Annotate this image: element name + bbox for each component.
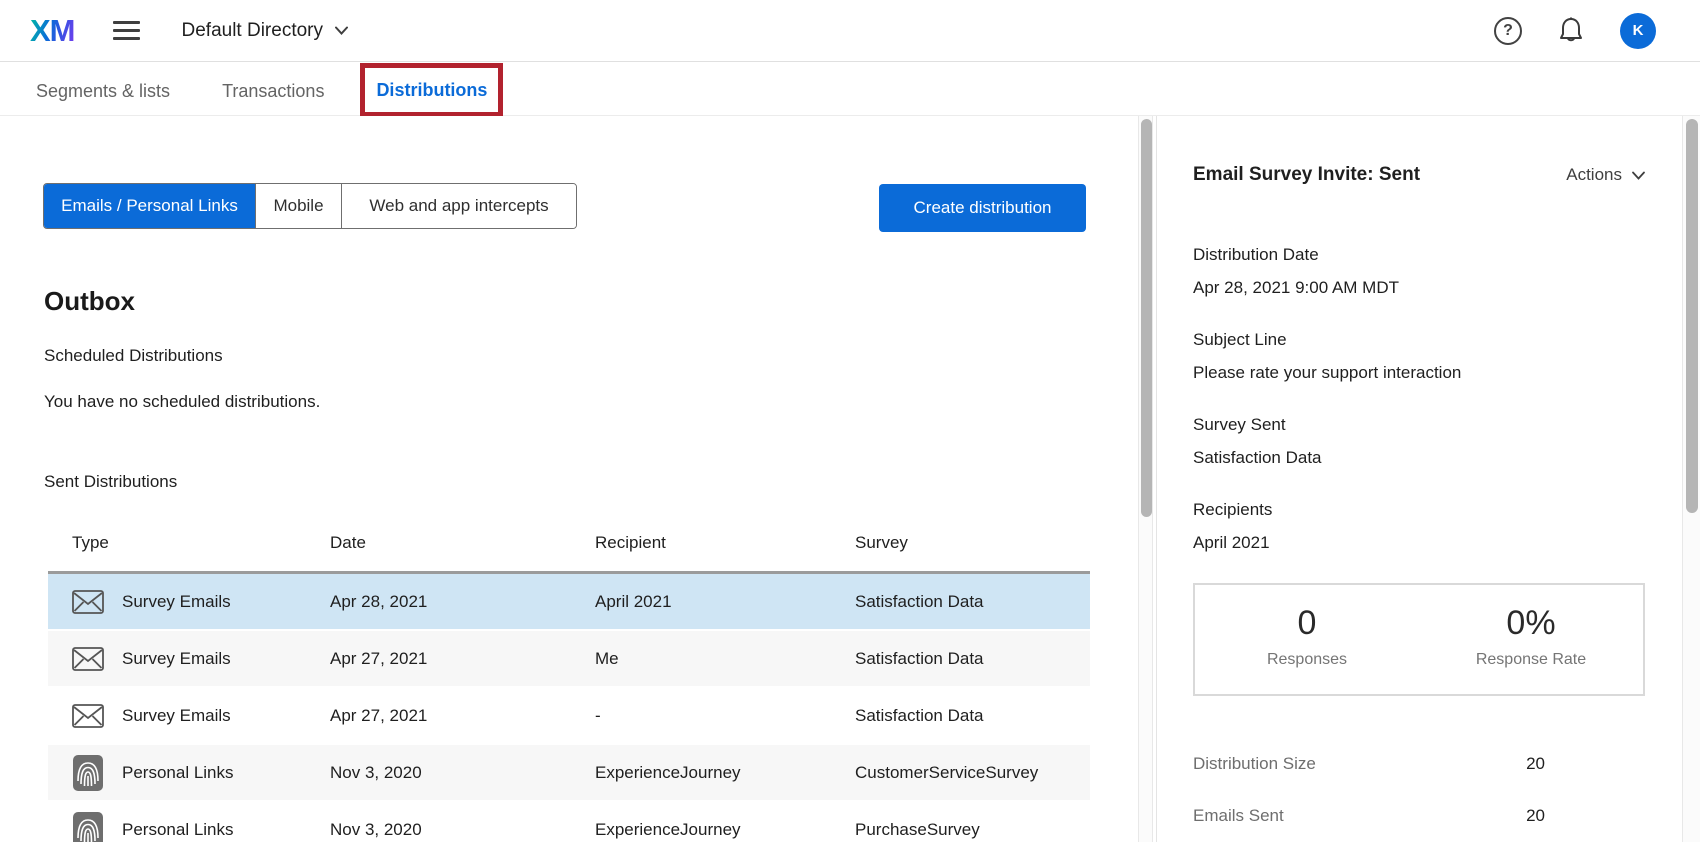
- chevron-down-icon: [1632, 171, 1645, 180]
- stat-cell: 0 Responses: [1195, 603, 1419, 694]
- field-value: Satisfaction Data: [1193, 446, 1645, 470]
- tab-distributions[interactable]: Distributions: [376, 62, 487, 115]
- row-date: Nov 3, 2020: [330, 763, 595, 783]
- main-scrollbar: [1138, 116, 1153, 842]
- qualtrics-directory-app: XM Default Directory ? K Segments & list…: [0, 0, 1700, 842]
- stat-label: Responses: [1195, 651, 1419, 669]
- metric-label: Emails Sent: [1193, 804, 1284, 828]
- directory-label: Default Directory: [182, 20, 324, 42]
- detail-field: Recipients April 2021: [1193, 498, 1645, 555]
- table-header-row: Type Date Recipient Survey: [48, 515, 1090, 571]
- field-value: Apr 28, 2021 9:00 AM MDT: [1193, 276, 1645, 300]
- column-header-type: Type: [48, 533, 330, 553]
- scheduled-distributions-heading: Scheduled Distributions: [44, 346, 223, 366]
- scheduled-empty-message: You have no scheduled distributions.: [44, 392, 320, 412]
- panel-scrollbar: [1682, 116, 1700, 842]
- row-date: Apr 27, 2021: [330, 706, 595, 726]
- field-label: Recipients: [1193, 498, 1645, 522]
- segment-web-and-app-intercepts[interactable]: Web and app intercepts: [341, 184, 576, 228]
- table-row[interactable]: Survey Emails Apr 27, 2021 Me Satisfacti…: [48, 631, 1090, 686]
- detail-field: Distribution Date Apr 28, 2021 9:00 AM M…: [1193, 243, 1645, 300]
- metric-value: 20: [1526, 752, 1545, 776]
- table-row[interactable]: Survey Emails Apr 28, 2021 April 2021 Sa…: [48, 574, 1090, 629]
- directory-dropdown[interactable]: Default Directory: [182, 20, 349, 42]
- distribution-metrics: Distribution Size 20 Emails Sent 20: [1193, 752, 1545, 828]
- hamburger-menu-icon[interactable]: [113, 21, 140, 40]
- tab-transactions[interactable]: Transactions: [222, 62, 324, 115]
- distribution-type-segmented-control: Emails / Personal Links Mobile Web and a…: [43, 183, 577, 229]
- sent-distributions-table: Type Date Recipient Survey Survey Email: [48, 515, 1090, 842]
- tab-segments-and-lists[interactable]: Segments & lists: [36, 62, 170, 115]
- table-row[interactable]: Personal Links Nov 3, 2020 ExperienceJou…: [48, 745, 1090, 800]
- main-content: Emails / Personal Links Mobile Web and a…: [0, 116, 1138, 842]
- row-type: Survey Emails: [122, 706, 231, 726]
- metric-row: Emails Sent 20: [1193, 804, 1545, 828]
- actions-label: Actions: [1566, 165, 1622, 185]
- actions-dropdown[interactable]: Actions: [1566, 165, 1645, 185]
- bell-icon[interactable]: [1558, 17, 1584, 45]
- distribution-detail-panel: Email Survey Invite: Sent Actions Distri…: [1156, 116, 1682, 842]
- stat-value: 0: [1195, 603, 1419, 643]
- row-type: Survey Emails: [122, 649, 231, 669]
- chevron-down-icon: [335, 26, 348, 35]
- top-bar: XM Default Directory ? K: [0, 0, 1700, 62]
- table-row[interactable]: Personal Links Nov 3, 2020 ExperienceJou…: [48, 802, 1090, 842]
- column-header-date: Date: [330, 533, 595, 553]
- column-header-survey: Survey: [855, 533, 1090, 553]
- column-header-recipient: Recipient: [595, 533, 855, 553]
- row-type: Personal Links: [122, 820, 234, 840]
- fingerprint-icon: [72, 755, 104, 791]
- avatar[interactable]: K: [1620, 13, 1656, 49]
- detail-field: Survey Sent Satisfaction Data: [1193, 413, 1645, 470]
- metric-value: 20: [1526, 804, 1545, 828]
- row-recipient: Me: [595, 649, 855, 669]
- response-stats-box: 0 Responses 0% Response Rate: [1193, 583, 1645, 696]
- row-type: Survey Emails: [122, 592, 231, 612]
- row-survey: Satisfaction Data: [855, 649, 1090, 669]
- envelope-icon: [72, 590, 104, 614]
- outbox-title: Outbox: [44, 286, 135, 317]
- field-label: Distribution Date: [1193, 243, 1645, 267]
- field-label: Subject Line: [1193, 328, 1645, 352]
- row-recipient: April 2021: [595, 592, 855, 612]
- tab-bar: Segments & lists Transactions Distributi…: [0, 62, 1700, 116]
- field-value: Please rate your support interaction: [1193, 361, 1645, 385]
- detail-field: Subject Line Please rate your support in…: [1193, 328, 1645, 385]
- row-survey: CustomerServiceSurvey: [855, 763, 1090, 783]
- row-date: Nov 3, 2020: [330, 820, 595, 840]
- segment-emails-personal-links[interactable]: Emails / Personal Links: [44, 184, 255, 228]
- panel-title: Email Survey Invite: Sent: [1193, 162, 1420, 188]
- row-type: Personal Links: [122, 763, 234, 783]
- stat-label: Response Rate: [1419, 651, 1643, 669]
- fingerprint-icon: [72, 812, 104, 842]
- detail-fields: Distribution Date Apr 28, 2021 9:00 AM M…: [1193, 243, 1645, 555]
- metric-row: Distribution Size 20: [1193, 752, 1545, 776]
- table-body: Survey Emails Apr 28, 2021 April 2021 Sa…: [48, 574, 1090, 842]
- envelope-icon: [72, 647, 104, 671]
- row-survey: Satisfaction Data: [855, 706, 1090, 726]
- main-scrollbar-thumb[interactable]: [1141, 119, 1152, 517]
- field-label: Survey Sent: [1193, 413, 1645, 437]
- row-date: Apr 27, 2021: [330, 649, 595, 669]
- row-survey: PurchaseSurvey: [855, 820, 1090, 840]
- row-recipient: -: [595, 706, 855, 726]
- help-icon[interactable]: ?: [1494, 17, 1522, 45]
- stat-cell: 0% Response Rate: [1419, 603, 1643, 694]
- row-recipient: ExperienceJourney: [595, 763, 855, 783]
- row-date: Apr 28, 2021: [330, 592, 595, 612]
- table-row[interactable]: Survey Emails Apr 27, 2021 - Satisfactio…: [48, 688, 1090, 743]
- field-value: April 2021: [1193, 531, 1645, 555]
- sent-distributions-heading: Sent Distributions: [44, 472, 177, 492]
- stat-value: 0%: [1419, 603, 1643, 643]
- xm-logo: XM: [30, 13, 75, 49]
- envelope-icon: [72, 704, 104, 728]
- row-survey: Satisfaction Data: [855, 592, 1090, 612]
- panel-scrollbar-thumb[interactable]: [1686, 119, 1698, 513]
- metric-label: Distribution Size: [1193, 752, 1316, 776]
- segment-mobile[interactable]: Mobile: [255, 184, 341, 228]
- row-recipient: ExperienceJourney: [595, 820, 855, 840]
- create-distribution-button[interactable]: Create distribution: [879, 184, 1086, 232]
